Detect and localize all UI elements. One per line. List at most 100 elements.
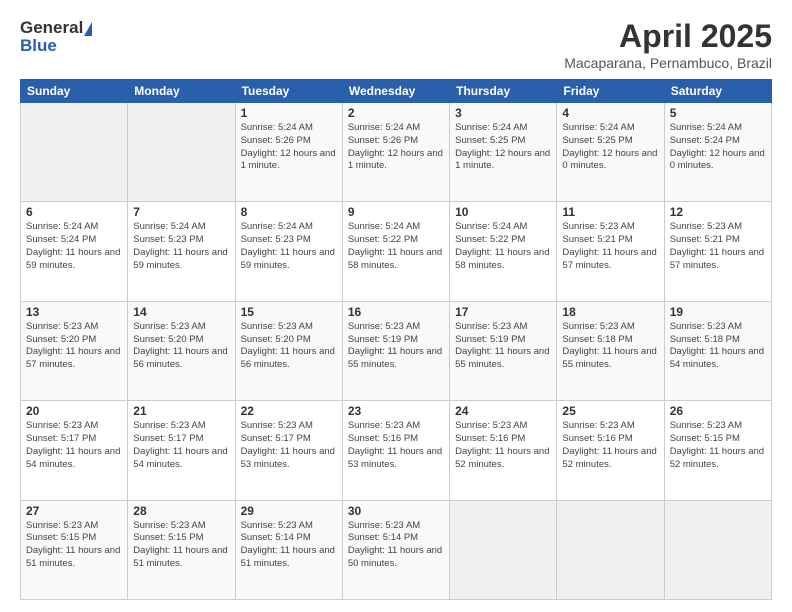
day-number: 9 — [348, 205, 444, 219]
day-info: Sunrise: 5:23 AM Sunset: 5:16 PM Dayligh… — [562, 420, 658, 471]
calendar-cell: 19Sunrise: 5:23 AM Sunset: 5:18 PM Dayli… — [664, 301, 771, 400]
calendar-cell: 12 Sunrise: 5:23 AM Sunset: 5:21 PM Dayli… — [664, 202, 771, 301]
day-info: Sunrise: 5:23 AM Sunset: 5:17 PM Dayligh… — [133, 420, 229, 471]
calendar-cell: 14 Sunrise: 5:23 AM Sunset: 5:20 PM Dayli… — [128, 301, 235, 400]
day-number: 2 — [348, 106, 444, 120]
day-number: 11 — [562, 205, 658, 219]
calendar-cell: 15 Sunrise: 5:23 AM Sunset: 5:20 PM Dayli… — [235, 301, 342, 400]
calendar-cell: 13 Sunrise: 5:23 AM Sunset: 5:20 PM Dayli… — [21, 301, 128, 400]
calendar-cell: 24Sunrise: 5:23 AM Sunset: 5:16 PM Dayli… — [450, 401, 557, 500]
calendar-cell: 4Sunrise: 5:24 AM Sunset: 5:25 PM Daylig… — [557, 103, 664, 202]
calendar-cell — [450, 500, 557, 599]
day-number: 15 — [241, 305, 337, 319]
calendar-cell: 30 Sunrise: 5:23 AM Sunset: 5:14 PM Dayli… — [342, 500, 449, 599]
day-number: 14 — [133, 305, 229, 319]
day-info: Sunrise: 5:23 AM Sunset: 5:21 PM Dayligh… — [670, 221, 766, 272]
calendar-cell — [128, 103, 235, 202]
day-info: Sunrise: 5:23 AM Sunset: 5:20 PM Dayligh… — [241, 321, 337, 372]
col-wednesday: Wednesday — [342, 80, 449, 103]
logo-blue-text: Blue — [20, 36, 57, 56]
calendar-cell: 7Sunrise: 5:24 AM Sunset: 5:23 PM Daylig… — [128, 202, 235, 301]
day-info: Sunrise: 5:23 AM Sunset: 5:15 PM Dayligh… — [670, 420, 766, 471]
day-info: Sunrise: 5:23 AM Sunset: 5:19 PM Dayligh… — [348, 321, 444, 372]
calendar-cell: 17 Sunrise: 5:23 AM Sunset: 5:19 PM Dayli… — [450, 301, 557, 400]
day-number: 8 — [241, 205, 337, 219]
calendar-header-row: Sunday Monday Tuesday Wednesday Thursday… — [21, 80, 772, 103]
col-monday: Monday — [128, 80, 235, 103]
day-number: 6 — [26, 205, 122, 219]
calendar-cell: 29 Sunrise: 5:23 AM Sunset: 5:14 PM Dayli… — [235, 500, 342, 599]
day-info: Sunrise: 5:23 AM Sunset: 5:21 PM Dayligh… — [562, 221, 658, 272]
day-number: 21 — [133, 404, 229, 418]
calendar-cell — [557, 500, 664, 599]
calendar-cell: 11 Sunrise: 5:23 AM Sunset: 5:21 PM Dayli… — [557, 202, 664, 301]
week-row-4: 20 Sunrise: 5:23 AM Sunset: 5:17 PM Dayli… — [21, 401, 772, 500]
day-info: Sunrise: 5:23 AM Sunset: 5:18 PM Dayligh… — [562, 321, 658, 372]
day-number: 3 — [455, 106, 551, 120]
day-info: Sunrise: 5:23 AM Sunset: 5:19 PM Dayligh… — [455, 321, 551, 372]
calendar-cell: 23 Sunrise: 5:23 AM Sunset: 5:16 PM Dayli… — [342, 401, 449, 500]
day-number: 23 — [348, 404, 444, 418]
calendar-cell: 9 Sunrise: 5:24 AM Sunset: 5:22 PM Daylig… — [342, 202, 449, 301]
day-number: 22 — [241, 404, 337, 418]
calendar-cell — [21, 103, 128, 202]
day-number: 18 — [562, 305, 658, 319]
logo-text: General — [20, 18, 92, 38]
calendar-cell: 10Sunrise: 5:24 AM Sunset: 5:22 PM Dayli… — [450, 202, 557, 301]
day-number: 10 — [455, 205, 551, 219]
day-number: 27 — [26, 504, 122, 518]
calendar-cell: 8Sunrise: 5:24 AM Sunset: 5:23 PM Daylig… — [235, 202, 342, 301]
day-info: Sunrise: 5:23 AM Sunset: 5:17 PM Dayligh… — [26, 420, 122, 471]
day-number: 29 — [241, 504, 337, 518]
day-info: Sunrise: 5:23 AM Sunset: 5:20 PM Dayligh… — [133, 321, 229, 372]
day-number: 30 — [348, 504, 444, 518]
day-number: 12 — [670, 205, 766, 219]
calendar-cell: 2 Sunrise: 5:24 AM Sunset: 5:26 PM Daylig… — [342, 103, 449, 202]
page: General Blue April 2025 Macaparana, Pern… — [0, 0, 792, 612]
day-info: Sunrise: 5:23 AM Sunset: 5:14 PM Dayligh… — [241, 520, 337, 571]
day-info: Sunrise: 5:24 AM Sunset: 5:22 PM Dayligh… — [348, 221, 444, 272]
calendar-cell: 16 Sunrise: 5:23 AM Sunset: 5:19 PM Dayli… — [342, 301, 449, 400]
day-info: Sunrise: 5:24 AM Sunset: 5:25 PM Dayligh… — [455, 122, 551, 173]
col-saturday: Saturday — [664, 80, 771, 103]
day-info: Sunrise: 5:24 AM Sunset: 5:25 PM Dayligh… — [562, 122, 658, 173]
day-number: 16 — [348, 305, 444, 319]
week-row-2: 6 Sunrise: 5:24 AM Sunset: 5:24 PM Daylig… — [21, 202, 772, 301]
logo-general: General — [20, 18, 83, 37]
day-number: 25 — [562, 404, 658, 418]
calendar-cell: 3 Sunrise: 5:24 AM Sunset: 5:25 PM Daylig… — [450, 103, 557, 202]
day-info: Sunrise: 5:23 AM Sunset: 5:15 PM Dayligh… — [26, 520, 122, 571]
calendar-cell: 28Sunrise: 5:23 AM Sunset: 5:15 PM Dayli… — [128, 500, 235, 599]
day-info: Sunrise: 5:23 AM Sunset: 5:18 PM Dayligh… — [670, 321, 766, 372]
main-title: April 2025 — [564, 18, 772, 55]
day-info: Sunrise: 5:23 AM Sunset: 5:17 PM Dayligh… — [241, 420, 337, 471]
col-thursday: Thursday — [450, 80, 557, 103]
day-number: 24 — [455, 404, 551, 418]
calendar-cell: 20 Sunrise: 5:23 AM Sunset: 5:17 PM Dayli… — [21, 401, 128, 500]
calendar-table: Sunday Monday Tuesday Wednesday Thursday… — [20, 79, 772, 600]
day-number: 7 — [133, 205, 229, 219]
day-info: Sunrise: 5:23 AM Sunset: 5:15 PM Dayligh… — [133, 520, 229, 571]
day-number: 1 — [241, 106, 337, 120]
day-info: Sunrise: 5:24 AM Sunset: 5:26 PM Dayligh… — [241, 122, 337, 173]
calendar-cell: 1 Sunrise: 5:24 AM Sunset: 5:26 PM Daylig… — [235, 103, 342, 202]
day-info: Sunrise: 5:24 AM Sunset: 5:26 PM Dayligh… — [348, 122, 444, 173]
day-number: 13 — [26, 305, 122, 319]
calendar-cell: 22 Sunrise: 5:23 AM Sunset: 5:17 PM Dayli… — [235, 401, 342, 500]
logo: General Blue — [20, 18, 92, 56]
calendar-cell: 5Sunrise: 5:24 AM Sunset: 5:24 PM Daylig… — [664, 103, 771, 202]
day-number: 26 — [670, 404, 766, 418]
subtitle: Macaparana, Pernambuco, Brazil — [564, 55, 772, 71]
col-friday: Friday — [557, 80, 664, 103]
day-info: Sunrise: 5:24 AM Sunset: 5:24 PM Dayligh… — [26, 221, 122, 272]
calendar-cell: 6 Sunrise: 5:24 AM Sunset: 5:24 PM Daylig… — [21, 202, 128, 301]
calendar-cell: 21 Sunrise: 5:23 AM Sunset: 5:17 PM Dayli… — [128, 401, 235, 500]
calendar-cell: 27 Sunrise: 5:23 AM Sunset: 5:15 PM Dayli… — [21, 500, 128, 599]
day-info: Sunrise: 5:23 AM Sunset: 5:16 PM Dayligh… — [348, 420, 444, 471]
day-info: Sunrise: 5:23 AM Sunset: 5:20 PM Dayligh… — [26, 321, 122, 372]
day-number: 17 — [455, 305, 551, 319]
day-number: 20 — [26, 404, 122, 418]
day-info: Sunrise: 5:23 AM Sunset: 5:14 PM Dayligh… — [348, 520, 444, 571]
title-block: April 2025 Macaparana, Pernambuco, Brazi… — [564, 18, 772, 71]
day-info: Sunrise: 5:24 AM Sunset: 5:24 PM Dayligh… — [670, 122, 766, 173]
